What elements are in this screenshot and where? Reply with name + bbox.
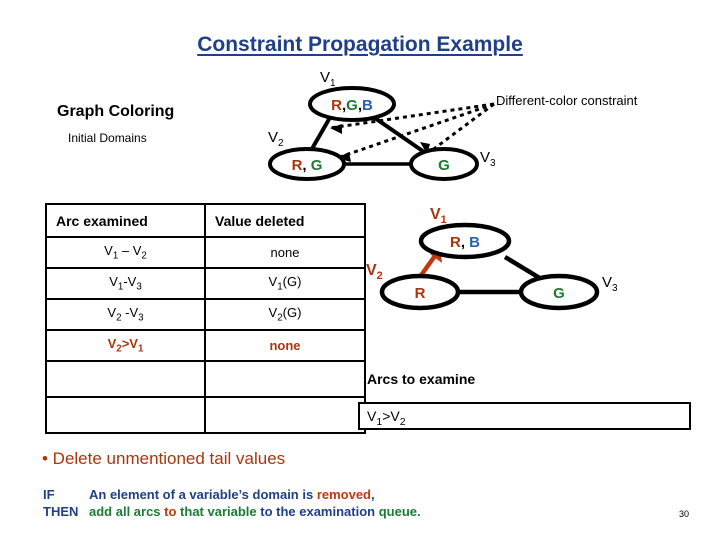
initial-domains-label: Initial Domains: [68, 131, 147, 145]
graph-node-v2: R, G V2: [268, 129, 346, 181]
page-title: Constraint Propagation Example: [197, 33, 523, 56]
svg-text:R,G,B: R,G,B: [331, 97, 373, 114]
node-label-v3: V3: [602, 274, 618, 294]
propagated-domains-graph: R, B V1 R V2 G V3: [366, 206, 618, 311]
if-text-comma: ,: [371, 487, 375, 502]
node-label-v2: V2: [366, 262, 383, 282]
cell-arc: [45, 396, 206, 434]
cell-arc: V2>V1: [45, 329, 206, 362]
graph-node-v1: R, B V1: [418, 206, 512, 260]
then-text-to: to: [164, 504, 177, 519]
then-text-queue: queue.: [378, 504, 421, 519]
cell-arc: V1-V3: [45, 267, 206, 300]
cell-arc: V1 – V2: [45, 236, 206, 269]
table-row: V2 -V3 V2(G): [45, 298, 366, 331]
rule-if-line: IF An element of a variable’s domain is r…: [43, 486, 421, 503]
graph-node-v1: R,G,B V1: [308, 69, 396, 122]
node-label-v3: V3: [480, 149, 496, 169]
node-label-v2: V2: [268, 129, 284, 149]
table-row: [45, 360, 366, 398]
delete-tail-values-bullet: • Delete unmentioned tail values: [42, 449, 286, 468]
page-number: 30: [679, 509, 690, 519]
graph-node-v3: G V3: [518, 273, 618, 311]
node-label-v1: V1: [430, 206, 447, 226]
arcs-to-examine-queue-box: V1>V2: [358, 402, 691, 430]
then-text-part2: that variable: [176, 504, 257, 519]
table-row: [45, 396, 366, 434]
svg-text:R: R: [415, 285, 426, 302]
arc-examination-table: Arc examined Value deleted V1 – V2 none …: [45, 203, 366, 434]
if-text-part1: An element of a variable’s domain is: [89, 487, 317, 502]
cell-arc: V2 -V3: [45, 298, 206, 331]
cell-value: V2(G): [204, 298, 366, 331]
node-label-v1: V1: [320, 69, 336, 89]
table-row: V1-V3 V1(G): [45, 267, 366, 300]
then-keyword: THEN: [43, 504, 79, 519]
cell-value: V1(G): [204, 267, 366, 300]
table-body: V1 – V2 none V1-V3 V1(G) V2 -V3 V2(G) V2…: [45, 236, 366, 434]
svg-text:R, G: R, G: [292, 157, 323, 174]
table-row: V1 – V2 none: [45, 236, 366, 269]
svg-text:R, B: R, B: [450, 234, 480, 251]
queue-item: V1>V2: [367, 408, 406, 428]
different-color-constraint-label: Different-color constraint: [496, 93, 638, 108]
rule-then-line: THEN add all arcs to that variable to the…: [43, 503, 421, 520]
svg-text:G: G: [553, 285, 565, 302]
cell-value: [204, 396, 366, 434]
table-row: V2>V1 none: [45, 329, 366, 362]
cell-value: [204, 360, 366, 398]
column-header-value-deleted: Value deleted: [204, 203, 366, 238]
cell-arc: [45, 360, 206, 398]
column-header-arc-examined: Arc examined: [45, 203, 206, 238]
graph-coloring-heading: Graph Coloring: [57, 103, 175, 120]
svg-text:G: G: [438, 157, 450, 174]
then-text-part3: to the examination: [256, 504, 379, 519]
if-then-rule: IF An element of a variable’s domain is r…: [43, 486, 421, 520]
then-text-part1: add all arcs: [89, 504, 165, 519]
slide-canvas: Constraint Propagation Example Graph Col…: [0, 0, 720, 540]
if-text-removed: removed: [316, 487, 372, 502]
graph-node-v2: R V2: [366, 262, 461, 311]
graph-node-v3: G V3: [409, 147, 496, 181]
if-keyword: IF: [43, 487, 55, 502]
table-header-row: Arc examined Value deleted: [45, 203, 366, 238]
initial-domains-graph: R,G,B V1 R, G V2 G V3: [268, 69, 496, 181]
arcs-to-examine-heading: Arcs to examine: [367, 371, 476, 387]
cell-value: none: [204, 236, 366, 269]
cell-value: none: [204, 329, 366, 362]
